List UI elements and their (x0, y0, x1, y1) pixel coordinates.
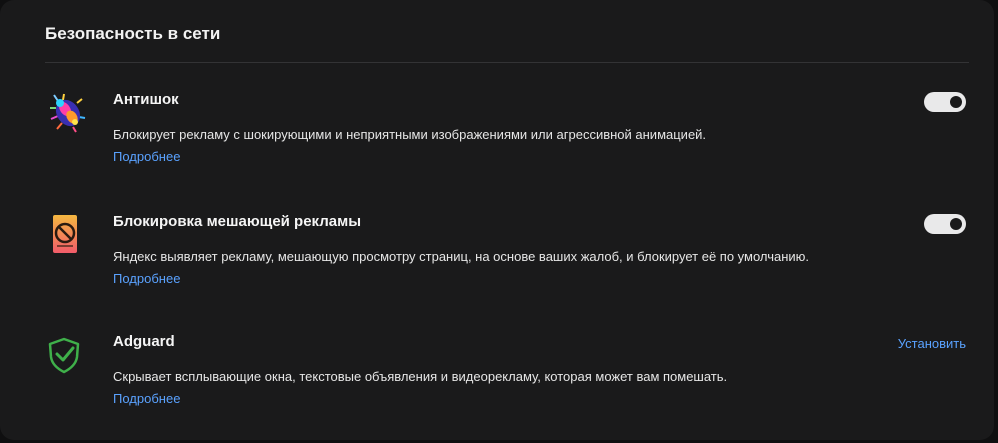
ad-blocking-toggle[interactable] (924, 214, 966, 234)
section-title: Безопасность в сети (45, 24, 221, 43)
extension-title: Антишок (113, 91, 179, 108)
install-button[interactable]: Установить (898, 336, 966, 351)
more-link[interactable]: Подробнее (113, 391, 180, 406)
extension-title: Блокировка мешающей рекламы (113, 213, 362, 230)
extension-title: Adguard (113, 333, 175, 350)
extension-description: Скрывает всплывающие окна, текстовые объ… (113, 369, 728, 384)
more-link[interactable]: Подробнее (113, 271, 180, 286)
bug-icon (45, 91, 89, 135)
toggle-knob (950, 218, 962, 230)
extension-description: Блокирует рекламу с шокирующими и неприя… (113, 127, 707, 142)
blocked-ad-icon (45, 213, 89, 257)
shield-check-icon (45, 333, 89, 377)
extension-adguard: Adguard Скрывает всплывающие окна, текст… (45, 333, 969, 443)
security-panel: Безопасность в сети Антишок Блокирует ре… (0, 0, 994, 440)
antishock-toggle[interactable] (924, 92, 966, 112)
extension-antishock: Антишок Блокирует рекламу с шокирующими … (45, 91, 969, 201)
toggle-knob (950, 96, 962, 108)
more-link[interactable]: Подробнее (113, 149, 180, 164)
extension-ad-blocking: Блокировка мешающей рекламы Яндекс выявл… (45, 213, 969, 323)
extension-description: Яндекс выявляет рекламу, мешающую просмо… (113, 249, 810, 264)
divider (45, 62, 969, 63)
